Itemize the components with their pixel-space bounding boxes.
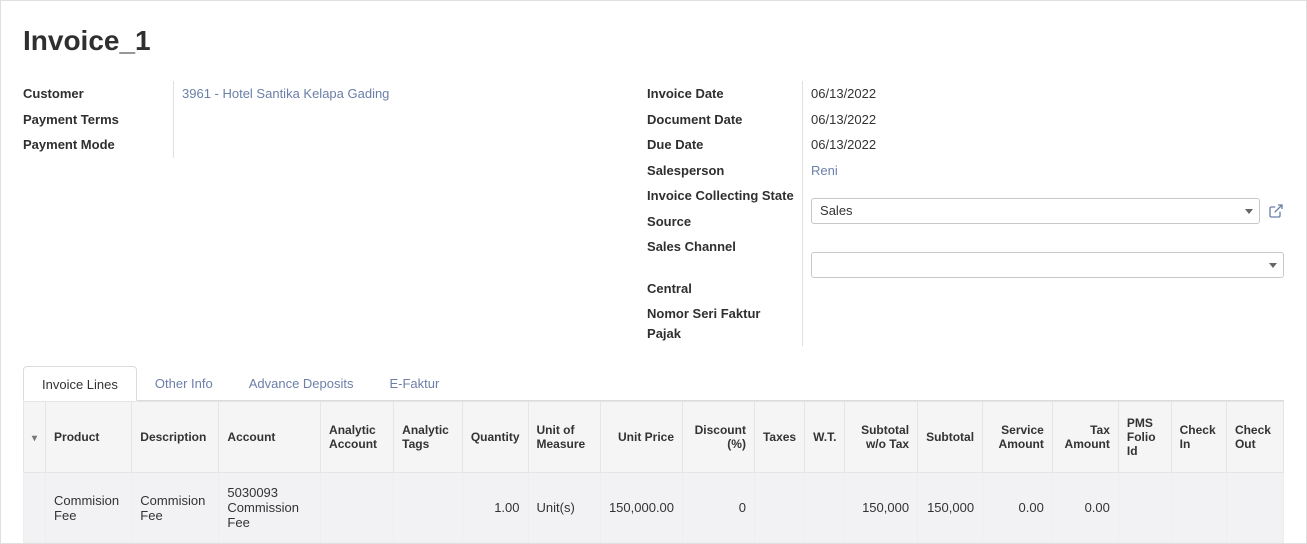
cell-analytic-account[interactable] bbox=[321, 473, 394, 543]
cell-check-out[interactable] bbox=[1226, 473, 1283, 543]
col-analytic-tags[interactable]: Analytic Tags bbox=[394, 402, 463, 473]
external-link-icon[interactable] bbox=[1268, 203, 1284, 219]
due-date-label: Due Date bbox=[647, 132, 794, 158]
invoice-date-value[interactable]: 06/13/2022 bbox=[811, 81, 1284, 107]
tabs: Invoice Lines Other Info Advance Deposit… bbox=[23, 366, 1284, 401]
customer-value[interactable]: 3961 - Hotel Santika Kelapa Gading bbox=[173, 81, 647, 107]
cell-uom[interactable]: Unit(s) bbox=[528, 473, 600, 543]
cell-product[interactable]: Commision Fee bbox=[46, 473, 132, 543]
column-menu-icon[interactable] bbox=[24, 402, 46, 473]
col-check-in[interactable]: Check In bbox=[1171, 402, 1226, 473]
row-handle[interactable] bbox=[24, 473, 46, 543]
col-taxes[interactable]: Taxes bbox=[754, 402, 804, 473]
central-label: Central bbox=[647, 276, 794, 302]
nomor-label: Nomor Seri Faktur Pajak bbox=[647, 301, 794, 346]
tab-efaktur[interactable]: E-Faktur bbox=[371, 366, 457, 400]
invoice-date-label: Invoice Date bbox=[647, 81, 794, 107]
sales-channel-select[interactable]: Sales bbox=[811, 198, 1260, 224]
chevron-down-icon bbox=[1245, 209, 1253, 214]
cell-unit-price[interactable]: 150,000.00 bbox=[600, 473, 682, 543]
col-discount[interactable]: Discount (%) bbox=[683, 402, 755, 473]
cell-quantity[interactable]: 1.00 bbox=[462, 473, 528, 543]
document-date-label: Document Date bbox=[647, 107, 794, 133]
salesperson-label: Salesperson bbox=[647, 158, 794, 184]
cell-analytic-tags[interactable] bbox=[394, 473, 463, 543]
cell-service-amount[interactable]: 0.00 bbox=[983, 473, 1053, 543]
invoice-lines-table: Product Description Account Analytic Acc… bbox=[23, 401, 1284, 543]
cell-taxes[interactable] bbox=[754, 473, 804, 543]
source-label: Source bbox=[647, 209, 794, 235]
chevron-down-icon bbox=[1269, 263, 1277, 268]
col-service-amount[interactable]: Service Amount bbox=[983, 402, 1053, 473]
col-product[interactable]: Product bbox=[46, 402, 132, 473]
col-tax-amount[interactable]: Tax Amount bbox=[1052, 402, 1118, 473]
nomor-select[interactable] bbox=[811, 252, 1284, 278]
cell-tax-amount[interactable]: 0.00 bbox=[1052, 473, 1118, 543]
col-analytic-account[interactable]: Analytic Account bbox=[321, 402, 394, 473]
form-right-column: Invoice Date Document Date Due Date Sale… bbox=[647, 81, 1284, 346]
col-wt[interactable]: W.T. bbox=[805, 402, 845, 473]
cell-account[interactable]: 5030093 Commission Fee bbox=[219, 473, 321, 543]
col-pms-folio[interactable]: PMS Folio Id bbox=[1118, 402, 1171, 473]
col-subtotal-wo-tax[interactable]: Subtotal w/o Tax bbox=[845, 402, 918, 473]
due-date-value[interactable]: 06/13/2022 bbox=[811, 132, 1284, 158]
cell-pms-folio[interactable] bbox=[1118, 473, 1171, 543]
payment-mode-label: Payment Mode bbox=[23, 132, 173, 158]
form-header: Customer 3961 - Hotel Santika Kelapa Gad… bbox=[23, 81, 1284, 346]
sales-channel-label: Sales Channel bbox=[647, 234, 794, 260]
tab-other-info[interactable]: Other Info bbox=[137, 366, 231, 400]
page-title: Invoice_1 bbox=[23, 25, 1284, 57]
cell-discount[interactable]: 0 bbox=[683, 473, 755, 543]
col-unit-price[interactable]: Unit Price bbox=[600, 402, 682, 473]
col-description[interactable]: Description bbox=[132, 402, 219, 473]
payment-mode-value[interactable] bbox=[173, 132, 647, 158]
cell-description[interactable]: Commision Fee bbox=[132, 473, 219, 543]
col-account[interactable]: Account bbox=[219, 402, 321, 473]
invoice-form: Invoice_1 Customer 3961 - Hotel Santika … bbox=[0, 0, 1307, 544]
table-row[interactable]: Commision Fee Commision Fee 5030093 Comm… bbox=[24, 473, 1284, 543]
form-left-column: Customer 3961 - Hotel Santika Kelapa Gad… bbox=[23, 81, 647, 346]
salesperson-value[interactable]: Reni bbox=[811, 158, 1284, 184]
tab-advance-deposits[interactable]: Advance Deposits bbox=[231, 366, 372, 400]
cell-check-in[interactable] bbox=[1171, 473, 1226, 543]
col-subtotal[interactable]: Subtotal bbox=[918, 402, 983, 473]
collecting-state-label: Invoice Collecting State bbox=[647, 183, 794, 209]
col-check-out[interactable]: Check Out bbox=[1226, 402, 1283, 473]
customer-label: Customer bbox=[23, 81, 173, 107]
cell-subtotal[interactable]: 150,000 bbox=[918, 473, 983, 543]
payment-terms-value[interactable] bbox=[173, 107, 647, 133]
cell-subtotal-wo-tax[interactable]: 150,000 bbox=[845, 473, 918, 543]
document-date-value[interactable]: 06/13/2022 bbox=[811, 107, 1284, 133]
payment-terms-label: Payment Terms bbox=[23, 107, 173, 133]
col-uom[interactable]: Unit of Measure bbox=[528, 402, 600, 473]
col-quantity[interactable]: Quantity bbox=[462, 402, 528, 473]
tab-invoice-lines[interactable]: Invoice Lines bbox=[23, 366, 137, 401]
cell-wt[interactable] bbox=[805, 473, 845, 543]
table-header-row: Product Description Account Analytic Acc… bbox=[24, 402, 1284, 473]
